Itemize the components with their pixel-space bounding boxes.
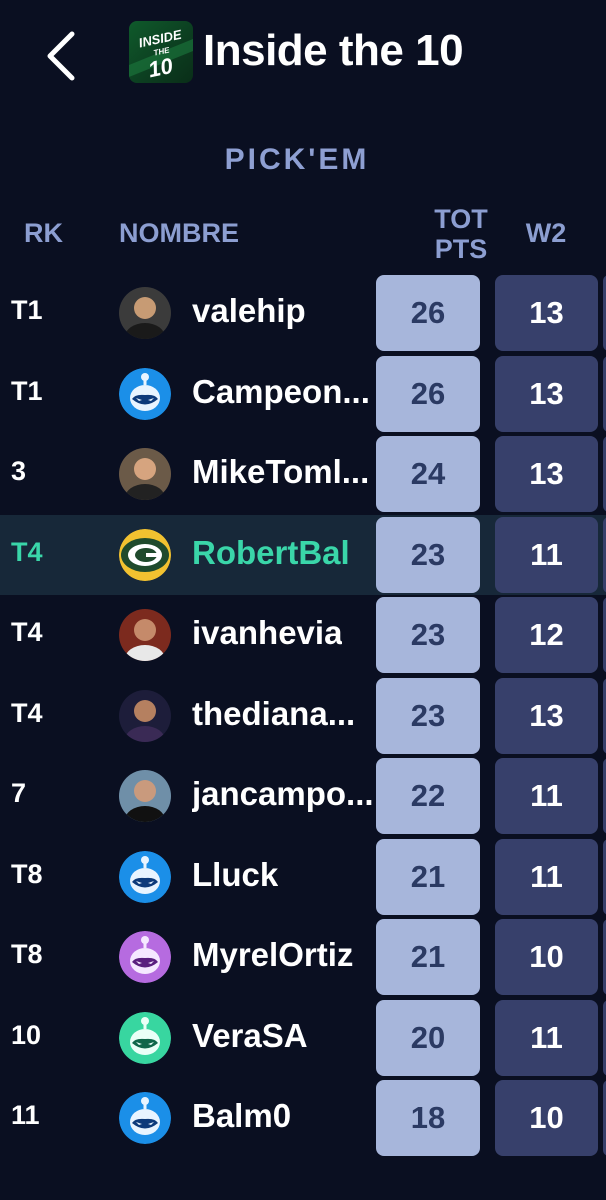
player-name[interactable]: MikeToml... [192,453,369,491]
rank-label: T4 [11,697,43,728]
leaderboard-row[interactable]: T4 ivanhevia 23 12 [0,595,606,675]
week-2-points-cell: 11 [495,838,598,915]
column-header-total-line1: TOT [434,204,488,234]
league-logo: INSIDE THE 10 [129,21,193,83]
week-2-points-cell: 11 [495,999,598,1076]
rank-label: 7 [11,778,27,808]
week-2-points-cell: 13 [495,275,598,351]
rank-label: T4 [11,536,43,567]
packers-logo-avatar[interactable] [119,528,171,581]
player-name[interactable]: VeraSA [192,1017,308,1055]
photo-avatar[interactable] [119,609,171,661]
week-2-points-cell: 12 [495,597,598,673]
leaderboard-row[interactable]: T8 Lluck 21 11 [0,837,606,917]
week-2-points-cell: 13 [495,677,598,754]
total-points-cell: 20 [376,999,480,1076]
total-points-cell: 21 [376,838,480,915]
total-points-cell: 23 [376,677,480,754]
total-points-cell: 22 [376,758,480,834]
player-name[interactable]: thediana... [192,695,355,733]
rank-label: T1 [11,295,43,325]
rank-label: 11 [11,1100,40,1130]
photo-avatar[interactable] [119,448,171,500]
leaderboard-row[interactable]: 10 VeraSA 20 11 [0,998,606,1078]
column-header-rank[interactable]: RK [24,218,63,248]
leaderboard-row[interactable]: T1 valehip 26 13 [0,273,606,353]
player-name[interactable]: valehip [192,292,306,330]
column-header-total-points[interactable]: TOT PTS [420,204,502,264]
league-title: Inside the 10 [203,26,464,75]
column-header-name[interactable]: NOMBRE [119,218,239,248]
app-header: INSIDE THE 10 Inside the 10 [0,18,606,90]
rank-label: T1 [11,375,43,406]
week-2-points-cell: 10 [495,1080,598,1156]
photo-avatar[interactable] [119,287,171,339]
week-2-points-cell: 13 [495,436,598,512]
rank-label: 3 [11,456,27,486]
blue-robot-avatar[interactable] [119,1092,171,1144]
player-name[interactable]: RobertBal [192,534,350,572]
blue-robot-avatar[interactable] [119,367,171,420]
player-name[interactable]: MyrelOrtiz [192,936,353,974]
player-name[interactable]: Lluck [192,856,278,894]
leaderboard-row[interactable]: T4 RobertBal 23 11 [0,514,606,595]
player-name[interactable]: ivanhevia [192,614,342,652]
total-points-cell: 26 [376,355,480,432]
section-title: PICK'EM [224,143,370,176]
week-2-points-cell: 11 [495,516,598,593]
total-points-cell: 26 [376,275,480,351]
leaderboard-row[interactable]: T1 Campeon... 26 13 [0,354,606,434]
total-points-cell: 18 [376,1080,480,1156]
total-points-cell: 23 [376,516,480,593]
player-name[interactable]: Balm0 [192,1097,291,1135]
rank-label: T4 [11,617,43,647]
column-header-total-line2: PTS [434,234,488,264]
purple-robot-avatar[interactable] [119,931,171,983]
week-2-points-cell: 11 [495,758,598,834]
leaderboard-row[interactable]: T8 MyrelOrtiz 21 10 [0,917,606,997]
leaderboard-screen: INSIDE THE 10 Inside the 10 PICK'EM RK N… [0,0,606,1200]
photo-avatar[interactable] [119,770,171,822]
column-header-week-2[interactable]: W2 [497,218,595,248]
green-robot-avatar[interactable] [119,1011,171,1064]
leaderboard-row[interactable]: 3 MikeToml... 24 13 [0,434,606,514]
rank-label: T8 [11,939,43,969]
leaderboard-row[interactable]: 11 Balm0 18 10 [0,1078,606,1158]
player-name[interactable]: jancampo... [192,775,374,813]
player-name[interactable]: Campeon... [192,373,370,411]
blue-robot-avatar[interactable] [119,850,171,903]
back-button[interactable] [36,26,92,82]
total-points-cell: 24 [376,436,480,512]
total-points-cell: 21 [376,919,480,995]
week-2-points-cell: 13 [495,355,598,432]
leaderboard-row[interactable]: 7 jancampo... 22 11 [0,756,606,836]
leaderboard-row[interactable]: T4 thediana... 23 13 [0,676,606,756]
rank-label: 10 [11,1019,42,1050]
total-points-cell: 23 [376,597,480,673]
chevron-left-icon [47,31,75,81]
rank-label: T8 [11,858,43,889]
week-2-points-cell: 10 [495,919,598,995]
photo-avatar[interactable] [119,689,171,742]
